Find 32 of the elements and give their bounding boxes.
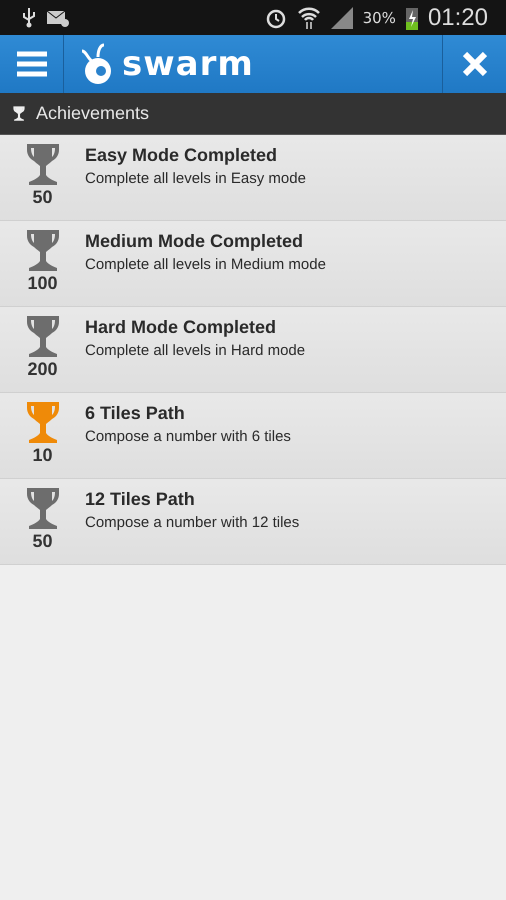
mail-icon	[46, 8, 70, 26]
battery-icon	[406, 6, 418, 30]
points-label: 100	[27, 273, 58, 294]
achievement-description: Complete all levels in Hard mode	[85, 342, 306, 359]
points-label: 10	[32, 445, 53, 466]
section-title: Achievements	[36, 103, 150, 124]
points-label: 200	[27, 359, 58, 380]
achievement-title: Medium Mode Completed	[85, 231, 304, 252]
status-time: 01:20	[428, 4, 488, 32]
battery-percent: 30%	[362, 8, 396, 26]
achievement-description: Compose a number with 12 tiles	[85, 514, 300, 531]
usb-icon	[22, 8, 36, 28]
points-label: 50	[32, 531, 53, 552]
achievement-row[interactable]: 10 6 Tiles Path Compose a number with 6 tiles	[0, 393, 506, 479]
close-icon	[462, 51, 488, 77]
achievement-row[interactable]: 50 12 Tiles Path Compose a number with 12 tiles	[0, 479, 506, 565]
signal-icon	[330, 6, 353, 28]
trophy-icon	[12, 106, 26, 121]
achievement-description: Complete all levels in Easy mode	[85, 170, 306, 187]
achievement-description: Complete all levels in Medium mode	[85, 256, 326, 273]
swarm-logo: swarm	[122, 44, 254, 84]
achievement-row[interactable]: 100 Medium Mode Completed Complete all levels in Medium mode	[0, 221, 506, 307]
achievement-title: Hard Mode Completed	[85, 317, 278, 338]
achievement-title: 6 Tiles Path	[85, 403, 186, 424]
achievement-title: Easy Mode Completed	[85, 145, 278, 166]
achievement-title: 12 Tiles Path	[85, 489, 196, 510]
achievement-row[interactable]: 50 Easy Mode Completed Complete all levels in Easy mode	[0, 135, 506, 221]
wifi-icon	[296, 6, 321, 28]
achievement-row[interactable]: 200 Hard Mode Completed Complete all levels in Hard mode	[0, 307, 506, 393]
menu-icon	[16, 51, 46, 77]
achievement-description: Compose a number with 6 tiles	[85, 428, 291, 445]
points-label: 50	[32, 187, 53, 208]
